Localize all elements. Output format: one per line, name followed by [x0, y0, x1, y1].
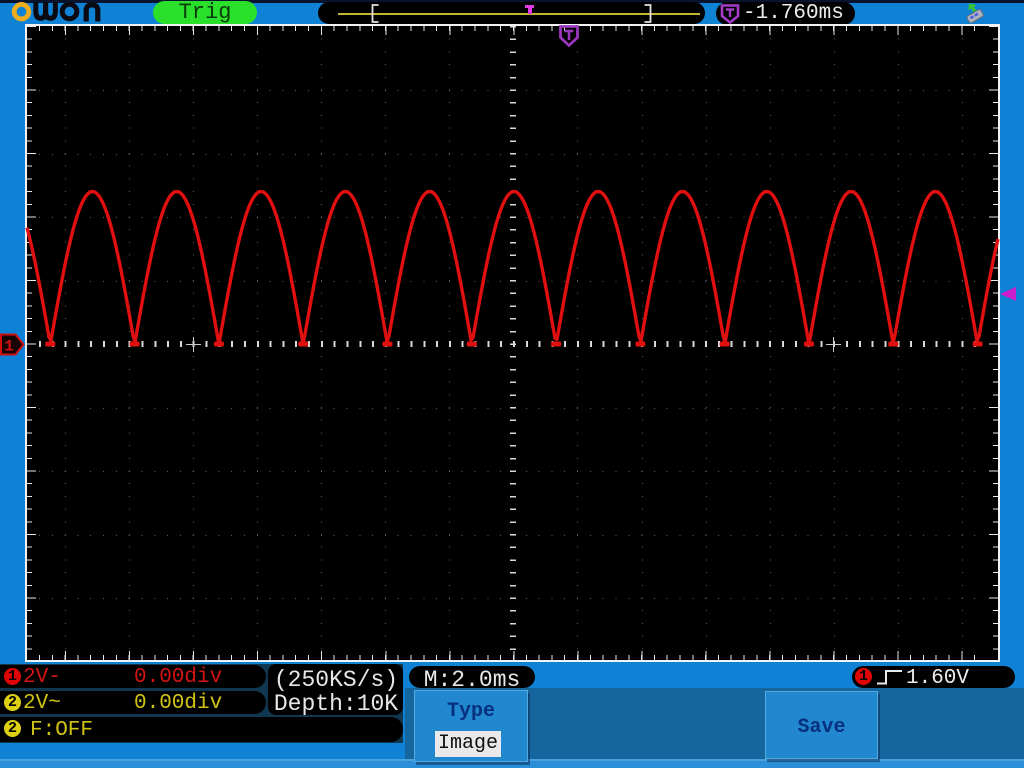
svg-text:1: 1 — [4, 338, 14, 356]
